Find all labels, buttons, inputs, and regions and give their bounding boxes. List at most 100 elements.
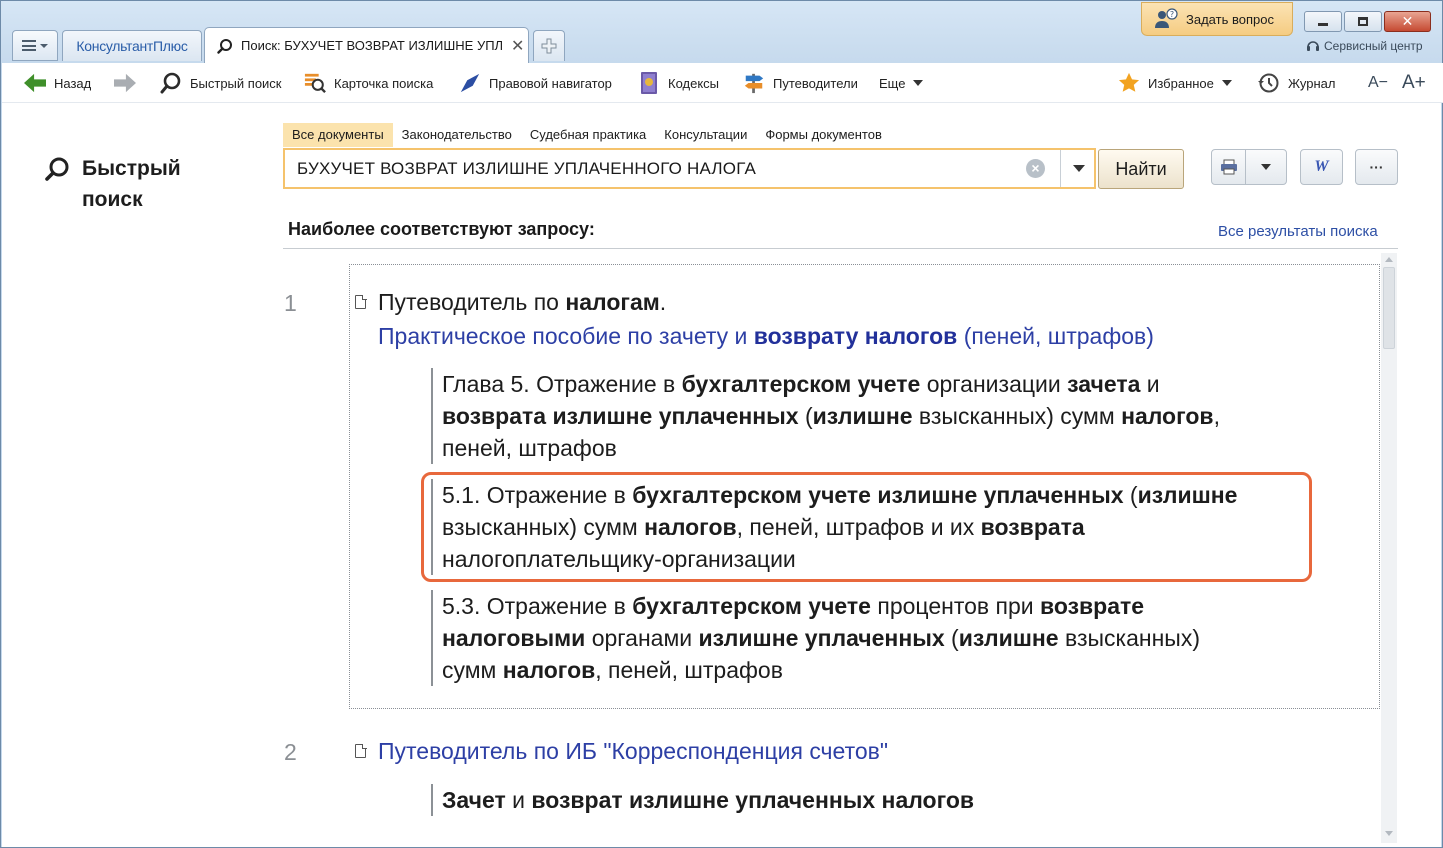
svg-text:?: ? [1170, 10, 1174, 19]
result-1-fragment-3[interactable]: 5.3. Отражение в бухгалтерском учете про… [431, 590, 1311, 686]
tab-consultations[interactable]: Консультации [655, 123, 756, 147]
search-input[interactable] [297, 158, 1017, 179]
frag-bold: Зачет [442, 787, 506, 813]
minimize-icon [1318, 23, 1328, 26]
hamburger-icon [22, 40, 36, 51]
main-content: Быстрый поиск Все документы Законодатель… [2, 103, 1441, 847]
title-text: Путеводитель по [378, 289, 566, 315]
legal-navigator-button[interactable]: Правовой навигатор [459, 63, 612, 103]
printer-icon [1220, 159, 1237, 175]
search-history-dropdown[interactable] [1060, 150, 1096, 187]
search-card-button[interactable]: Карточка поиска [304, 63, 433, 103]
frag-bold: возврат излишне уплаченных налогов [531, 787, 975, 813]
frag-bold: излишне уплаченных [698, 625, 945, 651]
tab-strip: КонсультантПлюс Поиск: БУХУЧЕТ ВОЗВРАТ И… [1, 1, 1443, 63]
frag-text: ( [944, 625, 959, 651]
frag-text: сумм [442, 657, 503, 683]
print-options-dropdown[interactable] [1245, 149, 1287, 185]
guides-label: Путеводители [773, 75, 858, 91]
result-2-fragment-1[interactable]: Зачет и возврат излишне уплаченных налог… [431, 784, 1311, 816]
quick-search-label: Быстрый поиск [190, 75, 282, 91]
scroll-down-icon[interactable] [1385, 831, 1393, 836]
window-controls: ✕ [1304, 11, 1431, 32]
search-icon [160, 72, 182, 94]
journal-label: Журнал [1288, 75, 1336, 91]
main-menu-button[interactable] [12, 30, 58, 61]
quick-search-button[interactable]: Быстрый поиск [160, 63, 282, 103]
new-tab-button[interactable] [533, 30, 565, 61]
journal-button[interactable]: Журнал [1258, 63, 1335, 103]
font-decrease-button[interactable]: A− [1368, 63, 1388, 103]
chevron-down-icon [1072, 165, 1085, 172]
user-question-icon: ? [1155, 8, 1178, 28]
frag-bold: налогов [502, 657, 596, 683]
frag-text: взысканных) [1058, 625, 1200, 651]
print-button[interactable] [1211, 149, 1246, 185]
frag-text: , [1213, 403, 1220, 429]
frag-bold: зачета [1067, 371, 1141, 397]
title-line-1: Быстрый [82, 157, 181, 180]
service-center-link[interactable]: Сервисный центр [1306, 39, 1423, 53]
back-button[interactable]: Назад [24, 63, 91, 103]
tab-home[interactable]: КонсультантПлюс [62, 30, 202, 61]
font-increase-button[interactable]: A+ [1402, 63, 1426, 103]
result-1-subtitle-link[interactable]: Практическое пособие по зачету и возврат… [378, 320, 1154, 353]
tab-legislation[interactable]: Законодательство [393, 123, 521, 147]
result-number: 2 [284, 739, 297, 765]
document-icon [355, 294, 367, 309]
clear-search-icon[interactable]: × [1026, 159, 1045, 178]
tab-search[interactable]: Поиск: БУХУЧЕТ ВОЗВРАТ ИЗЛИШНЕ УПЛАЧЕННО… [204, 27, 529, 63]
scroll-up-icon[interactable] [1385, 257, 1393, 262]
tab-all-documents[interactable]: Все документы [283, 123, 393, 147]
forward-button[interactable] [114, 63, 136, 103]
frag-bold: налогов [1121, 403, 1214, 429]
find-button[interactable]: Найти [1098, 149, 1184, 189]
most-relevant-heading: Наиболее соответствуют запросу: [288, 219, 595, 239]
tab-search-label: Поиск: БУХУЧЕТ ВОЗВРАТ ИЗЛИШНЕ УПЛАЧЕННО… [241, 38, 503, 53]
more-actions-button[interactable]: ··· [1355, 149, 1398, 185]
favorites-menu[interactable]: Избранное [1118, 63, 1232, 103]
font-increase-label: A+ [1402, 72, 1426, 93]
close-tab-icon[interactable]: ✕ [511, 36, 524, 56]
frag-bold: излишне [958, 625, 1059, 651]
history-icon [1258, 72, 1280, 94]
title-line-2: поиск [82, 188, 143, 211]
frag-bold: возврата излишне уплаченных [442, 403, 799, 429]
legal-navigator-label: Правовой навигатор [489, 75, 612, 91]
scroll-thumb[interactable] [1383, 267, 1395, 349]
subtitle-text: Практическое пособие по зачету и [378, 323, 754, 349]
page-title-text: Быстрый поиск [82, 153, 202, 215]
brand-label: КонсультантПлюс [76, 38, 188, 54]
frag-text: процентов при [870, 593, 1040, 619]
result-2-title-link[interactable]: Путеводитель по ИБ "Корреспонденция счет… [378, 735, 888, 768]
minimize-button[interactable] [1304, 11, 1342, 32]
close-icon: ✕ [1401, 13, 1414, 29]
favorites-label: Избранное [1148, 75, 1214, 91]
divider [283, 248, 1398, 249]
all-results-link[interactable]: Все результаты поиска [1218, 223, 1378, 240]
tab-document-forms[interactable]: Формы документов [756, 123, 891, 147]
tab-court-practice[interactable]: Судебная практика [521, 123, 655, 147]
maximize-button[interactable] [1344, 11, 1382, 32]
frag-text: ( [798, 403, 813, 429]
result-1-fragment-1[interactable]: Глава 5. Отражение в бухгалтерском учете… [431, 368, 1311, 464]
frag-text: и [1140, 371, 1160, 397]
result-number: 1 [284, 290, 297, 316]
chevron-down-icon [1221, 80, 1232, 86]
ask-question-button[interactable]: ? Задать вопрос [1141, 2, 1293, 36]
guides-button[interactable]: Путеводители [743, 63, 858, 103]
export-word-button[interactable]: W [1300, 149, 1343, 185]
subtitle-bold: возврату налогов [753, 323, 958, 349]
headset-icon [1307, 41, 1319, 51]
more-menu[interactable]: Еще [879, 63, 924, 103]
result-1-title[interactable]: Путеводитель по налогам. [378, 286, 666, 319]
chevron-down-icon [40, 43, 48, 48]
results-scrollbar[interactable] [1381, 253, 1397, 843]
codes-button[interactable]: Кодексы [638, 63, 719, 103]
arrow-left-icon [24, 72, 46, 94]
codes-label: Кодексы [668, 75, 720, 91]
search-card-icon [304, 72, 326, 94]
frag-bold: излишне [812, 403, 913, 429]
frag-text: Глава 5. Отражение в [442, 371, 682, 397]
close-window-button[interactable]: ✕ [1384, 11, 1431, 32]
